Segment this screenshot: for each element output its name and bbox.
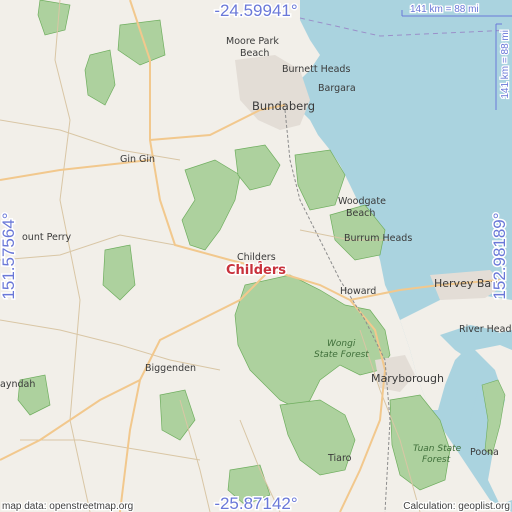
label-woodgate: Woodgate	[338, 196, 386, 207]
label-tiaro: Tiaro	[327, 453, 352, 464]
scale-horizontal-text: 141 km = 88 mi	[410, 4, 479, 15]
label-burrum-heads: Burrum Heads	[344, 233, 412, 244]
lat-top-label: -24.59941°	[214, 1, 297, 20]
label-tuan-2: Forest	[422, 455, 451, 465]
label-river-heads: River Heads	[459, 324, 512, 335]
forest-northwest	[37, 0, 71, 36]
label-bargara: Bargara	[318, 83, 356, 94]
label-maryborough: Maryborough	[371, 372, 444, 385]
lat-bottom-label: -25.87142°	[214, 494, 297, 512]
label-gin-gin: Gin Gin	[120, 154, 155, 165]
calculation-text[interactable]: Calculation: geoplist.org	[402, 500, 511, 512]
label-howard: Howard	[340, 286, 376, 297]
label-hervey-bay: Hervey Bay	[434, 277, 498, 290]
lon-left-label: 151.57564°	[0, 212, 18, 299]
label-wongi-1: Wongi	[327, 339, 356, 349]
label-woodgate-2: Beach	[346, 208, 375, 219]
attribution-text[interactable]: map data: openstreetmap.org	[1, 500, 135, 512]
scale-vertical-text: 141 km = 88 mi	[500, 30, 511, 99]
label-tuan-1: Tuan State	[413, 444, 462, 454]
label-moore-park-2: Beach	[240, 48, 269, 59]
map-canvas[interactable]: Moore Park Beach Burnett Heads Bargara B…	[0, 0, 512, 512]
label-poona: Poona	[470, 447, 499, 458]
label-biggenden: Biggenden	[145, 363, 196, 374]
label-childers-small: Childers	[237, 252, 276, 263]
label-bundaberg: Bundaberg	[252, 99, 315, 113]
label-burnett-heads: Burnett Heads	[282, 64, 350, 75]
place-label-childers[interactable]: Childers	[225, 262, 288, 280]
label-gayndah: ayndah	[0, 379, 35, 390]
lon-right-label: 152.98189°	[490, 212, 509, 299]
label-wongi-2: State Forest	[314, 350, 369, 360]
label-moore-park: Moore Park	[226, 36, 279, 47]
label-mount-perry: ount Perry	[22, 232, 71, 243]
